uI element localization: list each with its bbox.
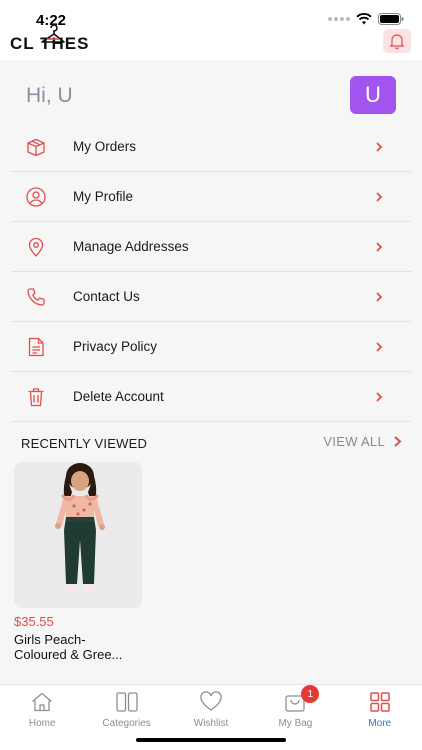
- wifi-icon: [356, 13, 372, 25]
- menu-item-privacy-policy[interactable]: Privacy Policy: [11, 322, 411, 372]
- chevron-right-icon: [376, 242, 383, 252]
- app-header: CL THES: [0, 24, 422, 60]
- girl-outfit-illustration: [14, 462, 142, 608]
- nav-label: Wishlist: [193, 718, 229, 729]
- menu-item-my-profile[interactable]: My Profile: [11, 172, 411, 222]
- view-all-link[interactable]: VIEW ALL: [323, 434, 402, 449]
- hanger-icon: [41, 24, 65, 43]
- product-name: Girls Peach- Coloured & Gree...: [14, 632, 142, 662]
- nav-more[interactable]: More: [338, 685, 422, 750]
- nav-label: My Bag: [278, 718, 313, 729]
- menu-item-label: Contact Us: [73, 289, 140, 304]
- nav-label: Home: [28, 718, 56, 729]
- chevron-right-icon: [376, 142, 383, 152]
- signal-icon: [328, 17, 350, 21]
- greeting-text: Hi, U: [26, 84, 73, 107]
- recently-viewed-heading: RECENTLY VIEWED: [21, 436, 148, 451]
- account-content: Hi, U U My Orders My Profile Manage Addr…: [0, 60, 422, 684]
- brand-logo[interactable]: CL THES: [10, 24, 89, 54]
- bell-icon: [389, 34, 405, 49]
- menu-item-label: My Orders: [73, 139, 137, 154]
- menu-item-label: Privacy Policy: [73, 339, 158, 354]
- categories-icon: [115, 692, 138, 712]
- chevron-right-icon: [376, 192, 383, 202]
- product-image: [14, 462, 142, 608]
- battery-icon: [378, 13, 404, 25]
- nav-label: More: [368, 718, 392, 729]
- home-indicator: [136, 738, 286, 742]
- notifications-button[interactable]: [383, 29, 411, 53]
- product-name-line: Coloured & Gree...: [14, 647, 123, 662]
- document-icon: [28, 337, 44, 357]
- chevron-right-icon: [376, 392, 383, 402]
- chevron-right-icon: [376, 342, 383, 352]
- account-menu: My Orders My Profile Manage Addresses Co…: [11, 122, 411, 422]
- phone-icon: [27, 288, 45, 306]
- nav-home[interactable]: Home: [0, 685, 84, 750]
- grid-icon: [370, 692, 390, 712]
- menu-item-label: Manage Addresses: [73, 239, 189, 254]
- product-name-line: Girls Peach-: [14, 632, 86, 647]
- user-avatar[interactable]: U: [350, 76, 396, 114]
- heart-icon: [200, 691, 222, 711]
- menu-item-label: Delete Account: [73, 389, 164, 404]
- nav-label: Categories: [102, 718, 151, 729]
- menu-item-delete-account[interactable]: Delete Account: [11, 372, 411, 422]
- menu-item-manage-addresses[interactable]: Manage Addresses: [11, 222, 411, 272]
- menu-item-my-orders[interactable]: My Orders: [11, 122, 411, 172]
- trash-icon: [28, 388, 44, 407]
- status-icons: [328, 13, 404, 25]
- menu-item-contact-us[interactable]: Contact Us: [11, 272, 411, 322]
- chevron-right-icon: [376, 292, 383, 302]
- box-icon: [27, 138, 45, 157]
- cart-count-badge: 1: [301, 685, 320, 703]
- product-card[interactable]: $35.55 Girls Peach- Coloured & Gree...: [14, 462, 142, 662]
- view-all-label: VIEW ALL: [323, 434, 385, 449]
- menu-item-label: My Profile: [73, 189, 134, 204]
- home-icon: [32, 692, 52, 712]
- user-icon: [26, 187, 46, 207]
- chevron-right-icon: [394, 436, 402, 447]
- location-icon: [28, 237, 44, 257]
- product-price: $35.55: [14, 614, 54, 629]
